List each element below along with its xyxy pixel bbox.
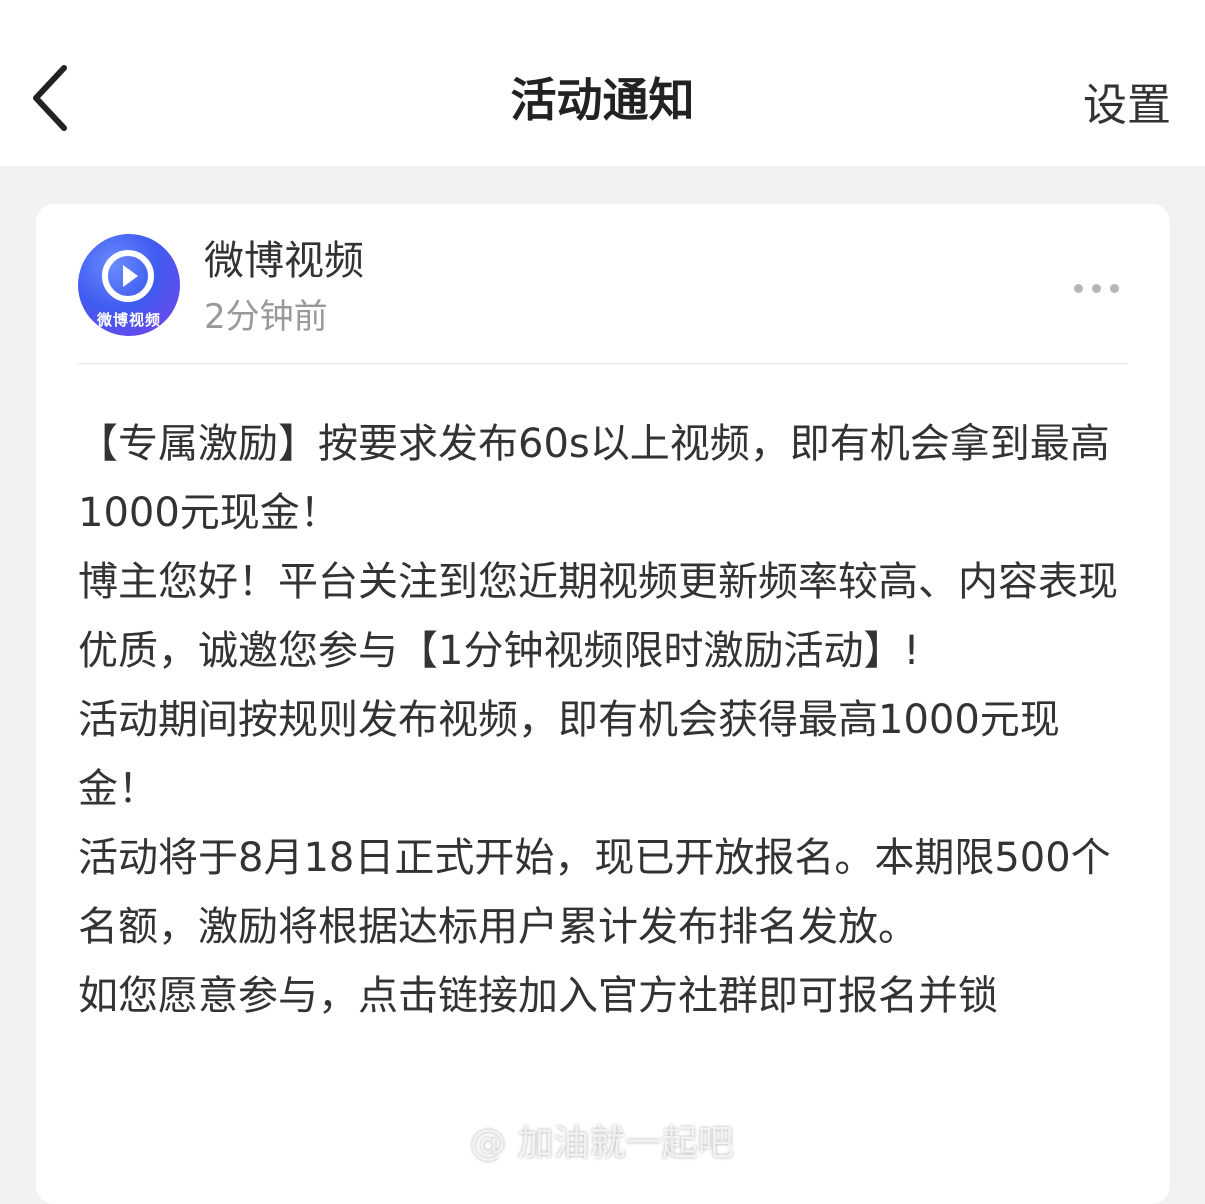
- more-dots-icon: [1092, 284, 1101, 293]
- message-paragraph: 活动将于8月18日正式开始，现已开放报名。本期限500个名额，激励将根据达标用户…: [78, 835, 1111, 950]
- more-options-button[interactable]: [1074, 278, 1130, 293]
- message-paragraph: 博主您好！平台关注到您近期视频更新频率较高、内容表现优质，诚邀您参与【1分钟视频…: [78, 559, 1118, 674]
- page-title: 活动通知: [510, 73, 695, 127]
- message-paragraph: 【专属激励】按要求发布60s以上视频，即有机会拿到最高1000元现金！: [78, 421, 1110, 536]
- play-icon: [102, 250, 154, 302]
- message-paragraph: 活动期间按规则发布视频，即有机会获得最高1000元现金！: [78, 697, 1060, 812]
- divider: [78, 363, 1128, 364]
- more-dots-icon: [1110, 284, 1119, 293]
- message-paragraph: 如您愿意参与，点击链接加入官方社群即可报名并锁: [78, 973, 998, 1019]
- notification-card: 微博视频 微博视频 2分钟前 【专属激励】按要求发布60s以上视频，即有机会拿到…: [36, 204, 1170, 1204]
- avatar[interactable]: 微博视频: [78, 234, 180, 336]
- more-dots-icon: [1074, 284, 1083, 293]
- message-timestamp: 2分钟前: [204, 297, 328, 337]
- top-navigation-bar: 活动通知 设置: [0, 0, 1205, 166]
- settings-button[interactable]: 设置: [1083, 76, 1171, 136]
- avatar-label: 微博视频: [96, 311, 161, 329]
- message-body: 【专属激励】按要求发布60s以上视频，即有机会拿到最高1000元现金！ 博主您好…: [78, 410, 1118, 1031]
- sender-name[interactable]: 微博视频: [204, 234, 364, 288]
- watermark: @ 加油就一起吧: [470, 1123, 734, 1164]
